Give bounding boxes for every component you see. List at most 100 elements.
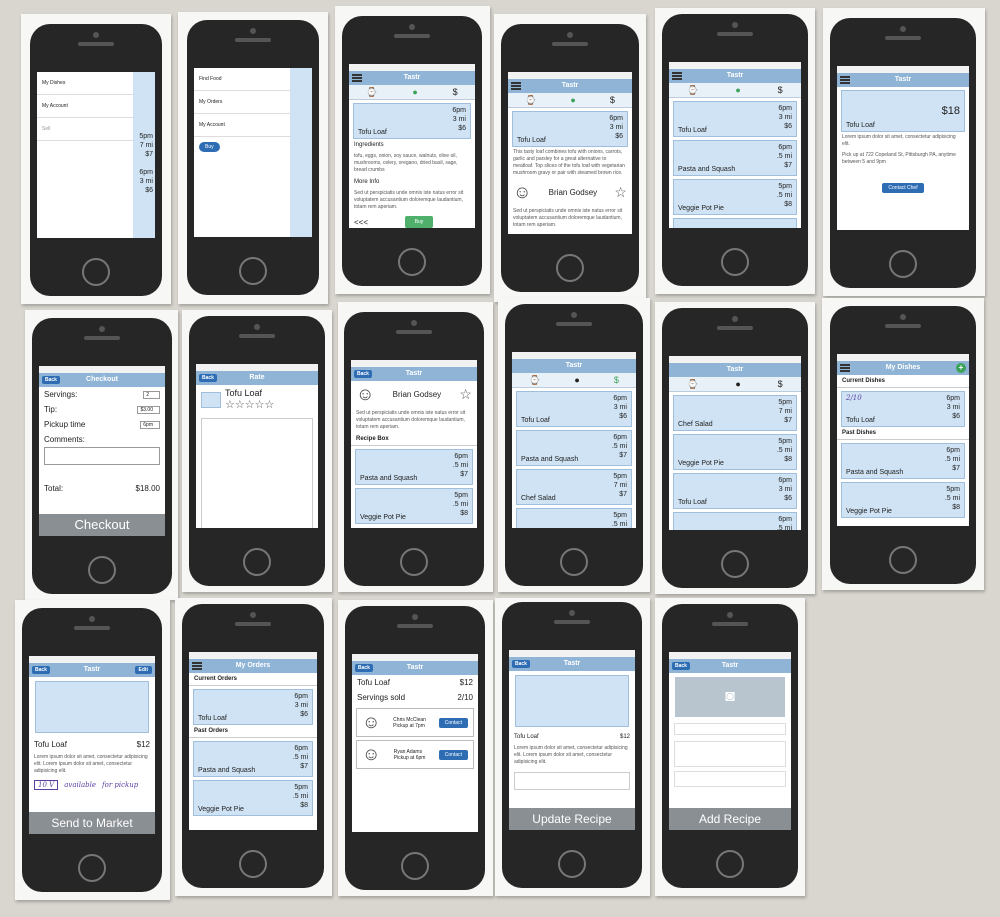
home-button[interactable] (243, 548, 271, 576)
plus-icon[interactable]: + (956, 363, 966, 373)
dish-card[interactable]: Tofu Loaf 6pm 3 mi $6 (353, 103, 471, 139)
dish-card[interactable]: Pasta and Squash6pm.5 mi$7 (355, 449, 473, 485)
money-icon[interactable]: $ (453, 87, 458, 97)
comments-field[interactable] (44, 447, 160, 465)
dish-name-field[interactable]: Tofu Loaf (514, 734, 539, 740)
home-button[interactable] (239, 257, 267, 285)
menu-item-my-dishes[interactable]: My Dishes (37, 72, 133, 95)
back-button[interactable]: Back (512, 660, 530, 668)
description-field[interactable] (674, 741, 786, 767)
order-card[interactable]: Pasta and Squash 6pm .5 mi $7 (193, 741, 313, 777)
dish-card[interactable]: Pasta and Squash6pm.5 mi$7 (841, 443, 965, 479)
dish-card[interactable]: Tofu Loaf 6pm 3 mi $6 (516, 391, 632, 427)
dish-card[interactable]: Veggie Pot Pie5pm.5 mi$8 (673, 434, 797, 470)
chef-name[interactable]: Brian Godsey (549, 188, 597, 197)
pickup-input[interactable]: 6pm (140, 420, 160, 429)
dish-card[interactable]: Veggie Pot Pie5pm.5 mi$8 (841, 482, 965, 518)
location-pin-icon[interactable]: ● (735, 379, 740, 389)
home-button[interactable] (560, 548, 588, 576)
location-pin-icon[interactable]: ● (574, 375, 579, 385)
hamburger-icon[interactable] (672, 72, 682, 80)
order-card[interactable]: Tofu Loaf 6pm 3 mi $6 (193, 689, 313, 725)
dish-card[interactable]: Pasta and Squash6pm.5 mi$7 (673, 512, 797, 530)
home-button[interactable] (721, 550, 749, 578)
buy-toggle[interactable]: Buy (199, 142, 220, 152)
dish-card[interactable]: Tofu Loaf 6pm 3 mi $6 (673, 101, 797, 137)
money-icon[interactable]: $ (778, 379, 783, 389)
dish-card[interactable]: Tofu Loaf 6pm 3 mi $6 (673, 473, 797, 509)
dish-description-field[interactable]: Lorem ipsum dolor sit amet, consectetur … (509, 743, 635, 768)
dish-card[interactable]: Veggie Pot Pie5pm.5 mi$8 (673, 179, 797, 215)
photo-placeholder[interactable]: ◙ (675, 677, 785, 717)
home-button[interactable] (78, 854, 106, 882)
edit-button[interactable]: Edit (134, 666, 152, 674)
home-button[interactable] (88, 556, 116, 584)
review-field[interactable] (201, 418, 313, 528)
back-button[interactable]: Back (354, 370, 372, 378)
dish-card[interactable]: Tofu Loaf 6pm 3 mi $6 (512, 111, 628, 147)
star-icon[interactable]: ☆ (614, 184, 627, 201)
dish-card[interactable]: Veggie Pot Pie5pm.5 mi$8 (355, 488, 473, 524)
buy-button[interactable]: Buy (404, 216, 434, 228)
dish-card[interactable]: Chef Salad 5pm 7 mi $7 (673, 395, 797, 431)
home-button[interactable] (400, 548, 428, 576)
home-button[interactable] (716, 850, 744, 878)
dish-card[interactable]: Chef Salad 5pm 7 mi $7 (516, 469, 632, 505)
home-button[interactable] (239, 850, 267, 878)
home-button[interactable] (401, 852, 429, 880)
contact-chef-button[interactable]: Contact Chef (882, 183, 924, 193)
back-button[interactable]: Back (199, 374, 217, 382)
home-button[interactable] (556, 254, 584, 282)
dish-card[interactable]: Pasta and Squash6pm.5 mi$7 (516, 430, 632, 466)
money-icon[interactable]: $ (610, 95, 615, 105)
watch-icon[interactable]: ⌚ (687, 379, 698, 390)
menu-item-sell[interactable]: Sell (37, 118, 133, 141)
camera-icon[interactable]: ◙ (725, 688, 735, 705)
name-field[interactable] (674, 723, 786, 735)
hamburger-icon[interactable] (511, 82, 521, 90)
home-button[interactable] (398, 248, 426, 276)
home-button[interactable] (889, 546, 917, 574)
quantity-note[interactable]: 10 V (34, 780, 59, 790)
back-button[interactable]: Back (42, 376, 60, 384)
update-recipe-button[interactable]: Update Recipe (509, 808, 635, 830)
hamburger-icon[interactable] (840, 76, 850, 84)
dish-card[interactable]: Pasta and Squash6pm.5 mi$7 (673, 140, 797, 176)
money-icon[interactable]: $ (778, 85, 783, 95)
star-icon[interactable]: ☆ (459, 386, 472, 403)
location-pin-icon[interactable]: ● (570, 95, 575, 105)
watch-icon[interactable]: ⌚ (525, 95, 536, 106)
contact-button[interactable]: Contact (438, 749, 468, 760)
location-pin-icon[interactable]: ● (412, 87, 417, 97)
star-rating[interactable]: ☆☆☆☆☆ (225, 398, 274, 411)
add-recipe-button[interactable]: Add Recipe (669, 808, 791, 830)
home-button[interactable] (721, 248, 749, 276)
dish-card[interactable]: 2/10 Tofu Loaf 6pm 3 mi $6 (841, 391, 965, 427)
dish-card[interactable]: Veggie Pot Pie5pm.5 mi$8 (516, 508, 632, 528)
send-to-market-button[interactable]: Send to Market (29, 812, 155, 834)
menu-item-my-account[interactable]: My Account (194, 114, 290, 137)
prev-link[interactable]: <<< (354, 218, 368, 227)
checkout-button[interactable]: Checkout (39, 514, 165, 536)
menu-item-my-orders[interactable]: My Orders (194, 91, 290, 114)
watch-icon[interactable]: ⌚ (366, 87, 377, 98)
location-pin-icon[interactable]: ● (735, 85, 740, 95)
watch-icon[interactable]: ⌚ (687, 85, 698, 96)
tip-select[interactable]: $3.00 (137, 405, 160, 414)
hamburger-icon[interactable] (352, 74, 362, 82)
menu-item-my-account[interactable]: My Account (37, 95, 133, 118)
menu-item-find-food[interactable]: Find Food (194, 68, 290, 91)
dish-price-field[interactable]: $12 (620, 734, 630, 740)
back-button[interactable]: Back (355, 664, 373, 672)
hamburger-icon[interactable] (192, 662, 202, 670)
order-card[interactable]: Veggie Pot Pie 5pm .5 mi $8 (193, 780, 313, 816)
contact-button[interactable]: Contact (438, 717, 468, 728)
fields-placeholder[interactable] (514, 772, 630, 790)
dish-photo[interactable] (515, 675, 629, 727)
back-button[interactable]: Back (672, 662, 690, 670)
dish-card[interactable]: Chef Salad (673, 218, 797, 228)
watch-icon[interactable]: ⌚ (529, 375, 540, 386)
money-icon[interactable]: $ (614, 375, 619, 385)
home-button[interactable] (558, 850, 586, 878)
home-button[interactable] (889, 250, 917, 278)
